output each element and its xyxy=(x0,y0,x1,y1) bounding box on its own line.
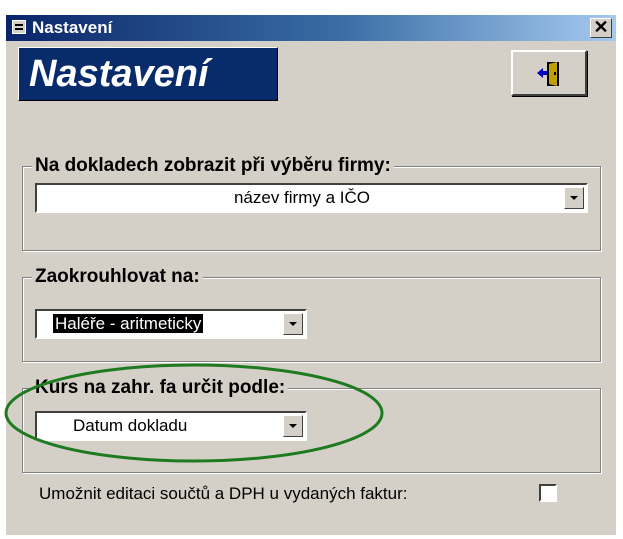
edit-totals-label: Umožnit editaci součtů a DPH u vydaných … xyxy=(39,484,408,503)
rounding-dropdown-button[interactable] xyxy=(283,313,303,335)
edit-totals-checkbox[interactable] xyxy=(539,484,557,502)
chevron-down-icon xyxy=(289,322,297,326)
company-display-dropdown-button[interactable] xyxy=(564,187,584,209)
exit-button[interactable] xyxy=(511,50,587,96)
page-title-banner: Nastavení xyxy=(18,47,278,101)
close-button[interactable]: ✕ xyxy=(590,18,612,38)
rounding-value: Haléře - aritmeticky xyxy=(53,314,204,333)
title-bar[interactable]: Nastavení ✕ xyxy=(6,15,616,41)
door-exit-icon xyxy=(537,62,559,86)
rounding-combo[interactable]: Haléře - aritmeticky xyxy=(35,309,307,339)
page-title: Nastavení xyxy=(29,53,209,95)
window-title: Nastavení xyxy=(32,18,113,37)
group-company-display-label: Na dokladech zobrazit při výběru firmy: xyxy=(32,155,394,177)
company-display-value: název firmy a IČO xyxy=(233,188,371,207)
chevron-down-icon xyxy=(570,196,578,200)
company-display-combo[interactable]: název firmy a IČO xyxy=(35,183,588,213)
close-icon: ✕ xyxy=(593,17,609,37)
highlight-ellipse xyxy=(4,363,384,463)
form-icon xyxy=(12,20,26,34)
group-rounding-label: Zaokrouhlovat na: xyxy=(32,266,203,288)
